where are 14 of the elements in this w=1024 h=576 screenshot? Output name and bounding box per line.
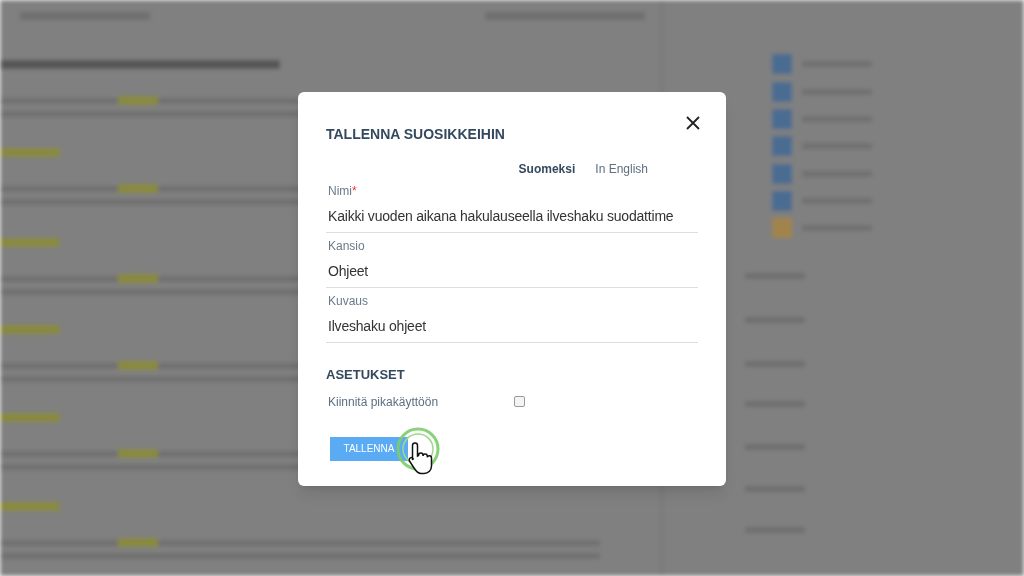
input-field[interactable]: Ohjeet — [326, 261, 698, 281]
checkbox[interactable] — [514, 396, 525, 407]
option-label: Kiinnitä pikakäyttöön — [327, 393, 440, 411]
dialog-title: TALLENNA SUOSIKKEIHIN — [326, 125, 505, 144]
field-label: Kuvaus — [327, 294, 370, 308]
settings-heading: ASETUKSET — [326, 366, 406, 384]
close-icon[interactable] — [686, 116, 700, 130]
field-label: Kansio — [327, 239, 366, 253]
field-label: Nimi* — [327, 184, 358, 198]
language-tab[interactable]: Suomeksi — [518, 160, 576, 178]
input-field[interactable]: Kaikki vuoden aikana hakulauseella ilveshaku suodattime — [326, 206, 698, 226]
hand-cursor-icon — [408, 440, 434, 475]
input-field[interactable]: Ilveshaku ohjeet — [326, 316, 698, 336]
language-tab[interactable]: In English — [595, 160, 648, 178]
